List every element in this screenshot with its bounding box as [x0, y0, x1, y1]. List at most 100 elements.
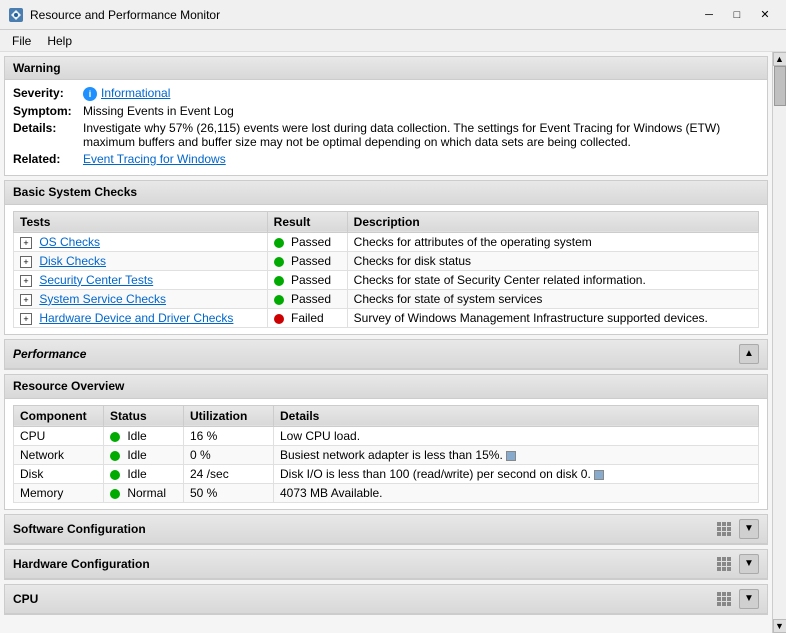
status-dot: [110, 470, 120, 480]
checks-row: + System Service Checks Passed Checks fo…: [14, 289, 759, 308]
checks-result-text: Passed: [291, 292, 331, 306]
resource-details-cell: 4073 MB Available.: [274, 483, 759, 502]
software-configuration-title: Software Configuration: [13, 522, 146, 536]
checks-result-cell: Passed: [267, 289, 347, 308]
checks-test-cell: + System Service Checks: [14, 289, 268, 308]
scrollbar[interactable]: ▲ ▼: [772, 52, 786, 633]
checks-test-cell: + Hardware Device and Driver Checks: [14, 308, 268, 327]
performance-header[interactable]: Performance ▲: [5, 340, 767, 369]
maximize-button[interactable]: □: [724, 4, 750, 26]
resource-row: Disk Idle 24 /sec Disk I/O is less than …: [14, 464, 759, 483]
info-icon: i: [83, 87, 97, 101]
checks-desc-cell: Checks for disk status: [347, 251, 758, 270]
resource-status-cell: Idle: [104, 464, 184, 483]
checks-test-link[interactable]: OS Checks: [39, 235, 100, 249]
status-dot: [274, 295, 284, 305]
hardware-configuration-header[interactable]: Hardware Configuration ▼: [5, 550, 767, 579]
checks-desc-cell: Checks for attributes of the operating s…: [347, 232, 758, 251]
checks-desc-cell: Checks for state of Security Center rela…: [347, 270, 758, 289]
resource-overview-content: Component Status Utilization Details CPU…: [5, 399, 767, 509]
details-value: Investigate why 57% (26,115) events were…: [83, 121, 759, 149]
scroll-down-arrow[interactable]: ▼: [773, 619, 786, 633]
status-dot: [274, 276, 284, 286]
checks-result-text: Passed: [291, 273, 331, 287]
status-dot: [110, 451, 120, 461]
details-row: Details: Investigate why 57% (26,115) ev…: [13, 121, 759, 149]
status-dot: [110, 489, 120, 499]
checks-result-cell: Failed: [267, 308, 347, 327]
software-grid-icon: [717, 522, 731, 536]
checks-desc-cell: Checks for state of system services: [347, 289, 758, 308]
scrollbar-track[interactable]: [773, 66, 786, 619]
checks-row: + Security Center Tests Passed Checks fo…: [14, 270, 759, 289]
hardware-configuration-title: Hardware Configuration: [13, 557, 150, 571]
related-value: Event Tracing for Windows: [83, 152, 759, 166]
col-component: Component: [14, 405, 104, 426]
warning-body: Severity: iInformational Symptom: Missin…: [5, 80, 767, 175]
resource-table-header-row: Component Status Utilization Details: [14, 405, 759, 426]
performance-title: Performance: [13, 347, 86, 361]
software-configuration-header[interactable]: Software Configuration ▼: [5, 515, 767, 544]
resource-component-cell: Disk: [14, 464, 104, 483]
checks-test-link[interactable]: Disk Checks: [39, 254, 106, 268]
severity-link[interactable]: Informational: [101, 86, 170, 100]
checks-test-link[interactable]: Hardware Device and Driver Checks: [39, 311, 233, 325]
close-button[interactable]: ✕: [752, 4, 778, 26]
related-link[interactable]: Event Tracing for Windows: [83, 152, 226, 166]
checks-table-header-row: Tests Result Description: [14, 211, 759, 232]
checks-result-text: Passed: [291, 235, 331, 249]
scroll-up-arrow[interactable]: ▲: [773, 52, 786, 66]
resource-status-text: Idle: [127, 448, 146, 462]
expand-icon[interactable]: +: [20, 313, 32, 325]
resource-details-cell: Busiest network adapter is less than 15%…: [274, 445, 759, 464]
resource-utilization-cell: 24 /sec: [184, 464, 274, 483]
symptom-label: Symptom:: [13, 104, 83, 118]
minimize-button[interactable]: ─: [696, 4, 722, 26]
expand-icon[interactable]: +: [20, 294, 32, 306]
cpu-collapse-btn[interactable]: ▼: [739, 589, 759, 609]
status-dot: [274, 238, 284, 248]
menu-bar: File Help: [0, 30, 786, 52]
col-result: Result: [267, 211, 347, 232]
menu-file[interactable]: File: [4, 32, 39, 50]
scroll-panel[interactable]: Warning Severity: iInformational Symptom…: [0, 52, 772, 633]
warning-section: Warning Severity: iInformational Symptom…: [4, 56, 768, 176]
cpu-grid-icon: [717, 592, 731, 606]
status-dot: [110, 432, 120, 442]
checks-test-link[interactable]: System Service Checks: [39, 292, 166, 306]
warning-header: Warning: [5, 57, 767, 80]
hardware-collapse-btn[interactable]: ▼: [739, 554, 759, 574]
resource-details-cell: Low CPU load.: [274, 426, 759, 445]
col-utilization: Utilization: [184, 405, 274, 426]
title-bar-buttons: ─ □ ✕: [696, 4, 778, 26]
resource-utilization-cell: 16 %: [184, 426, 274, 445]
checks-row: + OS Checks Passed Checks for attributes…: [14, 232, 759, 251]
software-collapse-btn[interactable]: ▼: [739, 519, 759, 539]
resource-overview-title: Resource Overview: [13, 379, 124, 393]
performance-collapse-btn[interactable]: ▲: [739, 344, 759, 364]
resource-row: CPU Idle 16 % Low CPU load.: [14, 426, 759, 445]
checks-test-link[interactable]: Security Center Tests: [39, 273, 153, 287]
col-status: Status: [104, 405, 184, 426]
menu-help[interactable]: Help: [39, 32, 80, 50]
scrollbar-thumb[interactable]: [774, 66, 786, 106]
main-content: Warning Severity: iInformational Symptom…: [0, 52, 786, 633]
cpu-header[interactable]: CPU ▼: [5, 585, 767, 614]
software-configuration-section: Software Configuration ▼: [4, 514, 768, 545]
expand-icon[interactable]: +: [20, 237, 32, 249]
resource-utilization-cell: 0 %: [184, 445, 274, 464]
resource-status-text: Idle: [127, 467, 146, 481]
expand-icon[interactable]: +: [20, 256, 32, 268]
symptom-row: Symptom: Missing Events in Event Log: [13, 104, 759, 118]
checks-result-cell: Passed: [267, 232, 347, 251]
expand-icon[interactable]: +: [20, 275, 32, 287]
software-config-right: ▼: [717, 519, 759, 539]
resource-overview-section: Resource Overview Component Status Utili…: [4, 374, 768, 510]
basic-system-checks-section: Basic System Checks Tests Result Descrip…: [4, 180, 768, 335]
symptom-value: Missing Events in Event Log: [83, 104, 759, 118]
performance-section: Performance ▲: [4, 339, 768, 370]
severity-value: i Informational: [83, 86, 759, 101]
related-row: Related: Event Tracing for Windows: [13, 152, 759, 166]
cpu-right: ▼: [717, 589, 759, 609]
checks-table: Tests Result Description + OS Checks Pas…: [13, 211, 759, 328]
